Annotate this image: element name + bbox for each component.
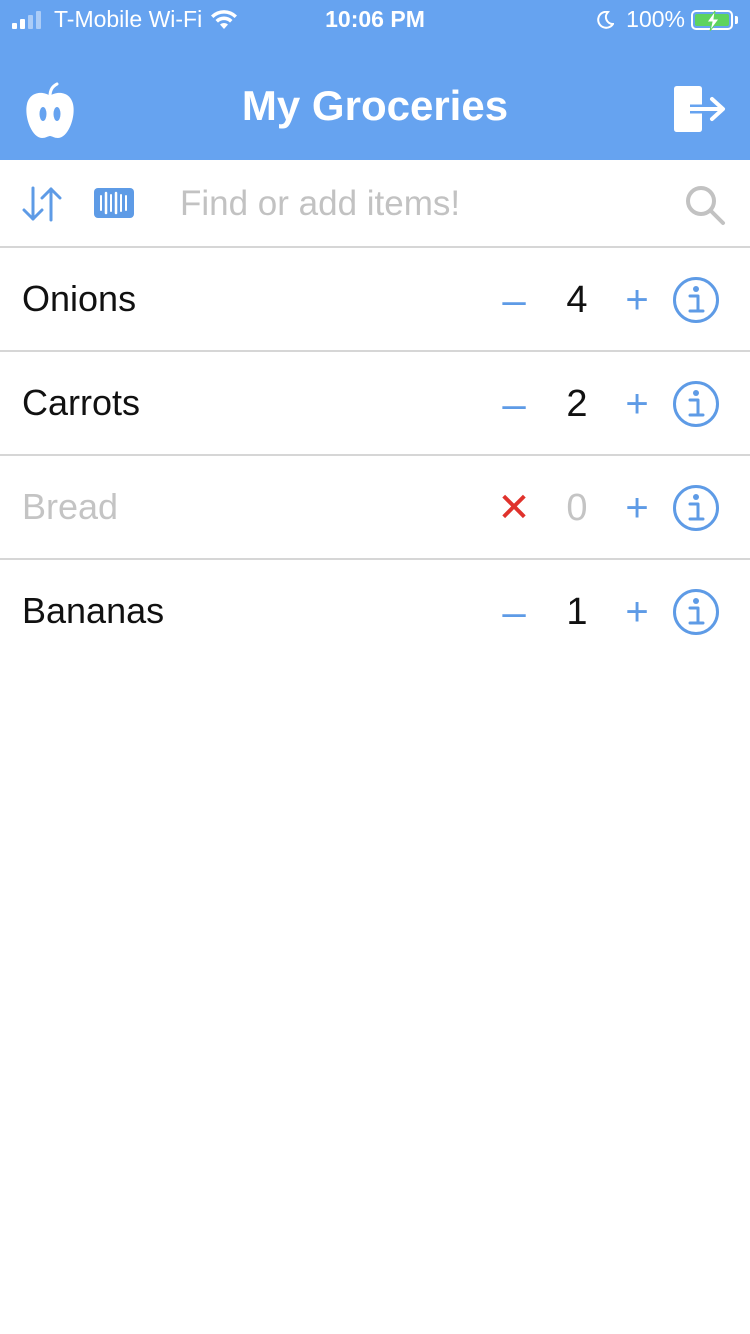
item-name: Bananas (22, 590, 165, 631)
increment-button[interactable]: + (614, 380, 660, 428)
battery-percent: 100% (626, 6, 685, 32)
item-quantity: 1 (566, 591, 588, 633)
list-item[interactable]: Onions – 4 + (0, 248, 750, 352)
item-name: Onions (22, 278, 137, 319)
remove-button[interactable]: ✕ (492, 484, 536, 532)
increment-button[interactable]: + (614, 276, 660, 324)
search-bar (0, 160, 750, 248)
header: T-Mobile Wi-Fi 10:06 PM 100% My Grocerie… (0, 0, 750, 160)
decrement-button[interactable]: – (492, 588, 536, 636)
item-quantity: 0 (566, 487, 588, 529)
search-input[interactable] (180, 178, 660, 230)
battery-cap (735, 15, 738, 24)
item-name: Carrots (22, 382, 141, 423)
logout-icon[interactable] (672, 86, 728, 132)
decrement-button[interactable]: – (492, 380, 536, 428)
battery-icon (691, 9, 733, 31)
list-item[interactable]: Bananas – 1 + (0, 560, 750, 664)
status-bar: T-Mobile Wi-Fi 10:06 PM 100% (0, 0, 750, 40)
increment-button[interactable]: + (614, 588, 660, 636)
decrement-button[interactable]: – (492, 276, 536, 324)
info-icon[interactable] (672, 380, 720, 428)
sort-arrows-icon[interactable] (22, 186, 62, 222)
info-icon[interactable] (672, 484, 720, 532)
barcode-icon[interactable] (94, 188, 134, 218)
search-icon[interactable] (684, 184, 726, 226)
item-name: Bread (22, 486, 119, 527)
status-right: 100% (596, 6, 738, 33)
page-title: My Groceries (241, 82, 509, 129)
list-item[interactable]: Bread ✕ 0 + (0, 456, 750, 560)
item-quantity: 2 (566, 383, 588, 425)
grocery-app: T-Mobile Wi-Fi 10:06 PM 100% My Grocerie… (0, 0, 750, 1334)
list-item[interactable]: Carrots – 2 + (0, 352, 750, 456)
grocery-list: Onions – 4 + Carrots – 2 + Bread ✕ 0 + B… (0, 248, 750, 664)
item-quantity: 4 (566, 279, 588, 321)
moon-icon (597, 10, 615, 29)
info-icon[interactable] (672, 276, 720, 324)
info-icon[interactable] (672, 588, 720, 636)
increment-button[interactable]: + (614, 484, 660, 532)
